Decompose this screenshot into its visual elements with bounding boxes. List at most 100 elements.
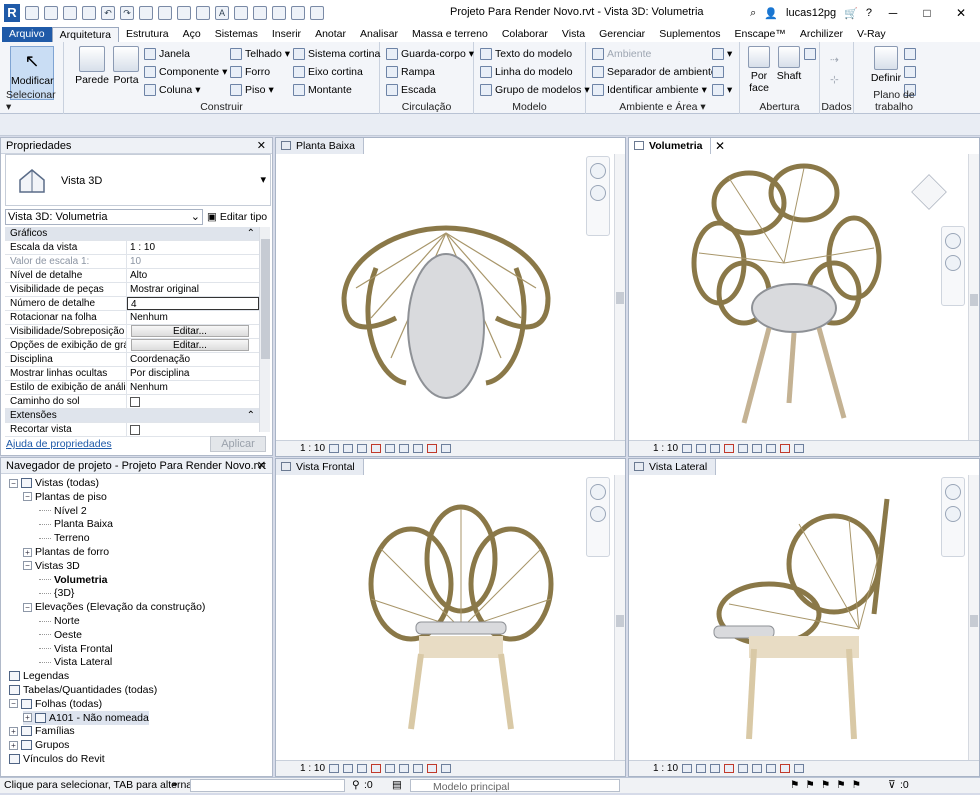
property-row[interactable]: Valor de escala 1: 10 [5,255,259,269]
shadows-icon[interactable] [371,444,382,453]
expand-icon[interactable]: + [23,547,32,557]
tab-estrutura[interactable]: Estrutura [119,27,176,42]
lock-view-icon[interactable] [413,764,424,773]
browser-item[interactable]: + Grupos [9,738,69,752]
user-name[interactable]: lucas12pg [786,7,836,19]
reveal-hidden-icon[interactable] [794,764,805,773]
tab-planta-baixa[interactable]: Planta Baixa [276,138,364,154]
property-value[interactable]: Nenhum [127,311,259,324]
visual-style-icon[interactable] [343,444,354,453]
vertical-scrollbar[interactable] [968,154,979,442]
tab-colaborar[interactable]: Colaborar [495,27,555,42]
collapse-icon[interactable]: ⌃ [247,409,259,422]
browser-item[interactable]: − Vistas 3D [23,559,80,573]
detail-level-icon[interactable] [329,764,340,773]
folder-icon[interactable] [44,6,58,20]
selection-filters-icon[interactable]: ⚑⚑⚑⚑⚑ [790,778,867,793]
redo-icon[interactable]: ↷ [120,6,134,20]
viewport-vista-lateral[interactable]: Vista Lateral 1 : 10 [628,458,980,777]
sistema-cortina-button[interactable]: Sistema cortina [293,46,380,62]
lock-view-icon[interactable] [766,764,777,773]
sync-icon[interactable] [82,6,96,20]
browser-item[interactable]: Planta Baixa [39,517,113,531]
crop-icon[interactable] [738,444,749,453]
piso-button[interactable]: Piso ▾ [230,82,274,98]
expand-icon[interactable]: + [9,740,18,750]
vertical-scrollbar[interactable] [614,475,625,762]
tab-a-o[interactable]: Aço [176,27,208,42]
close-icon[interactable]: ✕ [257,458,266,474]
minimize-button[interactable]: ─ [880,6,906,20]
separador-button[interactable]: Separador de ambiente [592,64,717,80]
forro-button[interactable]: Forro [230,64,270,80]
dimension-icon[interactable] [177,6,191,20]
identificar-button[interactable]: Identificar ambiente ▾ [592,82,707,98]
properties-scrollbar[interactable] [259,227,270,432]
tab-suplementos[interactable]: Suplementos [652,27,727,42]
hide-isolate-icon[interactable] [427,764,438,773]
zoom-icon[interactable] [945,506,961,522]
close-icon[interactable]: ✕ [257,138,266,154]
componente-button[interactable]: Componente ▾ [144,64,227,80]
area-boundary-icon[interactable] [712,64,724,80]
browser-item[interactable]: Legendas [9,669,69,683]
search-icon[interactable]: ⌕ [750,7,756,20]
sun-path-icon[interactable] [357,444,368,453]
revit-logo-icon[interactable]: R [4,4,20,22]
scroll-thumb[interactable] [970,294,978,306]
selecionar-dropdown[interactable]: Selecionar ▾ [0,89,63,113]
property-value[interactable]: Mostrar original [127,283,259,296]
detail-level-icon[interactable] [329,444,340,453]
telhado-button[interactable]: Telhado ▾ [230,46,290,62]
browser-item[interactable]: Volumetria [39,573,107,587]
property-row[interactable]: Número de detalhe 4 [5,297,259,311]
print-icon[interactable] [139,6,153,20]
definir-button[interactable]: Definir [866,46,906,84]
zoom-icon[interactable] [590,185,606,201]
porta-button[interactable]: Porta [104,46,148,86]
crop-region-icon[interactable] [399,764,410,773]
property-row[interactable]: Disciplina Coordenação [5,353,259,367]
view-scale[interactable]: 1 : 10 [300,763,325,774]
browser-item[interactable]: Vista Frontal [39,642,113,656]
visual-style-icon[interactable] [696,444,707,453]
chevron-down-icon[interactable]: ▾ [260,173,266,186]
visual-style-icon[interactable] [343,764,354,773]
help-icon[interactable]: ? [866,7,872,19]
steering-wheel-icon[interactable] [590,484,606,500]
property-row[interactable]: Caminho do sol [5,395,259,409]
viewport-vista-frontal[interactable]: Vista Frontal 1 : 10 [275,458,626,777]
crop-icon[interactable] [738,764,749,773]
property-value-input[interactable]: 4 [127,297,259,310]
linha-modelo-button[interactable]: Linha do modelo [480,64,573,80]
thin-lines-icon[interactable] [272,6,286,20]
tab-arquitetura[interactable]: Arquitetura [51,27,119,42]
maximize-button[interactable]: □ [914,6,940,20]
zoom-icon[interactable] [590,506,606,522]
expand-icon[interactable]: − [9,478,18,488]
type-selector[interactable]: Vista 3D ▾ [5,154,271,206]
crop-region-icon[interactable] [752,764,763,773]
checkbox[interactable] [130,397,140,407]
expand-icon[interactable]: − [23,561,32,571]
browser-item[interactable]: + Famílias [9,724,75,738]
level-icon[interactable]: ⇢ [830,52,839,68]
viewcube-icon[interactable] [911,174,947,210]
property-value[interactable]: Alto [127,269,259,282]
property-value[interactable]: Nenhum [127,381,259,394]
browser-item[interactable]: Tabelas/Quantidades (todas) [9,683,157,697]
edit-button[interactable]: Editar... [131,325,249,337]
browser-item[interactable]: − Elevações (Elevação da construção) [23,600,205,614]
filter-icon[interactable]: ⊽ [888,778,896,793]
tab-anotar[interactable]: Anotar [308,27,353,42]
tag-icon[interactable] [196,6,210,20]
help-link[interactable]: Ajuda de propriedades [6,438,112,450]
close-icon[interactable]: ✕ [715,138,725,154]
design-option-select[interactable]: Modelo principal [410,779,620,793]
property-row[interactable]: Recortar vista [5,423,259,437]
zoom-icon[interactable] [945,255,961,271]
tab-archilizer[interactable]: Archilizer [793,27,850,42]
3d-view-icon[interactable] [234,6,248,20]
property-row[interactable]: Estilo de exibição de anális... Nenhum [5,381,259,395]
viewport-volumetria[interactable]: Volumetria ✕ 1 : 10 [628,137,980,457]
